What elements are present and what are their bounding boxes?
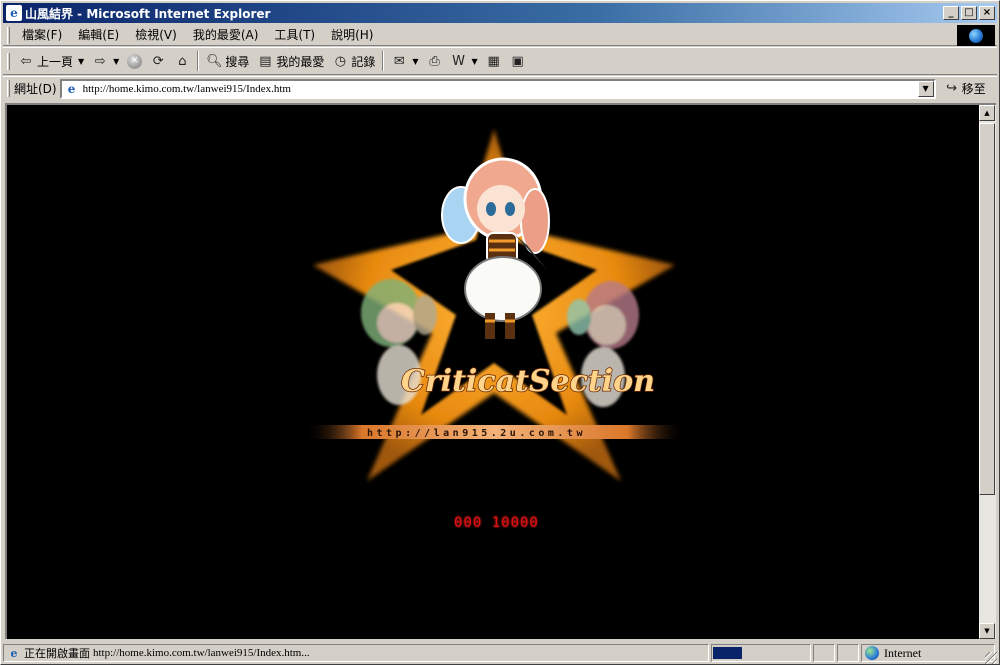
menu-bar: 檔案(F) 編輯(E) 檢視(V) 我的最愛(A) 工具(T) 說明(H) bbox=[3, 25, 997, 46]
scroll-thumb[interactable] bbox=[979, 123, 995, 495]
zone-label: Internet bbox=[884, 645, 922, 660]
mail-icon: ✉ bbox=[393, 53, 405, 69]
go-arrow-icon: ↪ bbox=[946, 81, 958, 96]
internet-globe-icon bbox=[865, 646, 879, 660]
throbber-logo bbox=[957, 25, 995, 46]
site-logo: CriticatSection bbox=[401, 364, 655, 399]
toolbar-separator bbox=[197, 51, 200, 71]
title-bar[interactable]: e 山風結界 - Microsoft Internet Explorer _ □… bbox=[3, 3, 997, 23]
refresh-icon: ⟳ bbox=[152, 53, 164, 69]
resize-grip[interactable] bbox=[985, 652, 997, 664]
address-input[interactable] bbox=[82, 82, 913, 95]
refresh-button[interactable]: ⟳ bbox=[146, 49, 170, 73]
go-button[interactable]: ↪ 移至 bbox=[944, 80, 986, 97]
toolbar-grip[interactable] bbox=[7, 80, 10, 97]
chevron-down-icon[interactable]: ▼ bbox=[472, 57, 478, 66]
window-title: 山風結界 - Microsoft Internet Explorer bbox=[25, 6, 271, 21]
address-dropdown-button[interactable]: ▼ bbox=[917, 80, 934, 97]
scroll-down-button[interactable]: ▼ bbox=[979, 623, 995, 639]
status-bar: e 正在開啟畫面 http://home.kimo.com.tw/lanwei9… bbox=[3, 642, 997, 664]
printer-icon: ⎙ bbox=[429, 53, 440, 69]
back-arrow-icon: ⇦ bbox=[20, 53, 32, 69]
forward-button[interactable]: ⇨ ▼ bbox=[88, 49, 123, 73]
toolbar-separator bbox=[382, 51, 385, 71]
search-label: 搜尋 bbox=[225, 54, 250, 69]
discuss-button[interactable]: ▦ bbox=[482, 49, 506, 73]
edit-button[interactable]: W ▼ bbox=[447, 49, 482, 73]
history-icon: ◷ bbox=[334, 53, 347, 69]
status-pane-empty bbox=[813, 644, 835, 662]
site-url-banner[interactable]: http://lan915.2u.com.tw bbox=[367, 428, 586, 439]
progress-fill bbox=[713, 647, 742, 659]
close-button[interactable]: × bbox=[979, 6, 995, 20]
menu-favorites[interactable]: 我的最愛(A) bbox=[185, 26, 267, 45]
status-url: http://home.kimo.com.tw/lanwei915/Index.… bbox=[93, 647, 310, 659]
security-zone: Internet bbox=[861, 644, 995, 662]
chevron-down-icon[interactable]: ▼ bbox=[113, 57, 119, 66]
address-label: 網址(D) bbox=[14, 82, 57, 96]
page-viewport: CriticatSection http://lan915.2u.com.tw … bbox=[5, 103, 979, 639]
globe-icon bbox=[969, 28, 983, 43]
standard-toolbar: ⇦ 上一頁 ▼ ⇨ ▼ ✕ ⟳ ⌂ 🔍︎ 搜尋 ▤ 我的最愛 ◷ 記錄 ✉ ▼ … bbox=[3, 47, 997, 75]
back-label: 上一頁 bbox=[37, 54, 74, 69]
print-button[interactable]: ⎙ bbox=[423, 49, 447, 73]
menu-edit[interactable]: 編輯(E) bbox=[70, 26, 127, 45]
hit-counter: 000 10000 bbox=[454, 515, 539, 531]
messenger-button[interactable]: ▣ bbox=[506, 49, 530, 73]
history-label: 記錄 bbox=[351, 54, 376, 69]
menu-file[interactable]: 檔案(F) bbox=[14, 26, 70, 45]
toolbar-grip[interactable] bbox=[7, 52, 10, 70]
forward-arrow-icon: ⇨ bbox=[94, 53, 106, 69]
status-pane-empty bbox=[837, 644, 859, 662]
favorites-folder-icon: ▤ bbox=[259, 53, 272, 69]
menu-tools[interactable]: 工具(T) bbox=[266, 26, 323, 45]
messenger-icon: ▣ bbox=[511, 53, 524, 69]
ie-icon: e bbox=[6, 5, 22, 21]
search-icon: 🔍︎ bbox=[206, 53, 223, 69]
menu-view[interactable]: 檢視(V) bbox=[127, 26, 185, 45]
address-bar: 網址(D) e ▼ ↪ 移至 bbox=[3, 76, 997, 100]
stop-icon: ✕ bbox=[127, 53, 143, 69]
status-text: 正在開啟畫面 bbox=[24, 647, 90, 660]
go-label: 移至 bbox=[961, 82, 986, 96]
window-controls: _ □ × bbox=[941, 6, 997, 20]
toolbar-grip[interactable] bbox=[7, 26, 10, 44]
menu-help[interactable]: 說明(H) bbox=[323, 26, 381, 45]
favorites-button[interactable]: ▤ 我的最愛 bbox=[253, 49, 328, 73]
status-text-pane: e 正在開啟畫面 http://home.kimo.com.tw/lanwei9… bbox=[3, 644, 709, 662]
vertical-scrollbar[interactable]: ▲ ▼ bbox=[979, 103, 996, 639]
minimize-button[interactable]: _ bbox=[943, 6, 959, 20]
chevron-down-icon[interactable]: ▼ bbox=[78, 57, 84, 66]
word-editor-icon: W bbox=[452, 53, 465, 69]
address-field[interactable]: e ▼ bbox=[59, 78, 936, 99]
favorites-label: 我的最愛 bbox=[276, 54, 325, 69]
chevron-down-icon[interactable]: ▼ bbox=[412, 57, 418, 66]
search-button[interactable]: 🔍︎ 搜尋 bbox=[202, 49, 253, 73]
home-icon: ⌂ bbox=[178, 53, 187, 69]
stop-button[interactable]: ✕ bbox=[123, 49, 146, 73]
discuss-icon: ▦ bbox=[487, 53, 500, 69]
back-button[interactable]: ⇦ 上一頁 ▼ bbox=[14, 49, 88, 73]
home-button[interactable]: ⌂ bbox=[170, 49, 194, 73]
page-icon: e bbox=[67, 81, 76, 96]
splash-artwork: CriticatSection http://lan915.2u.com.tw bbox=[305, 129, 685, 481]
page-loading-icon: e bbox=[10, 646, 18, 660]
progress-bar bbox=[711, 644, 811, 662]
scroll-up-button[interactable]: ▲ bbox=[979, 105, 995, 121]
browser-window: e 山風結界 - Microsoft Internet Explorer _ □… bbox=[0, 0, 1000, 665]
mail-button[interactable]: ✉ ▼ bbox=[387, 49, 422, 73]
history-button[interactable]: ◷ 記錄 bbox=[328, 49, 379, 73]
maximize-button[interactable]: □ bbox=[961, 6, 977, 20]
